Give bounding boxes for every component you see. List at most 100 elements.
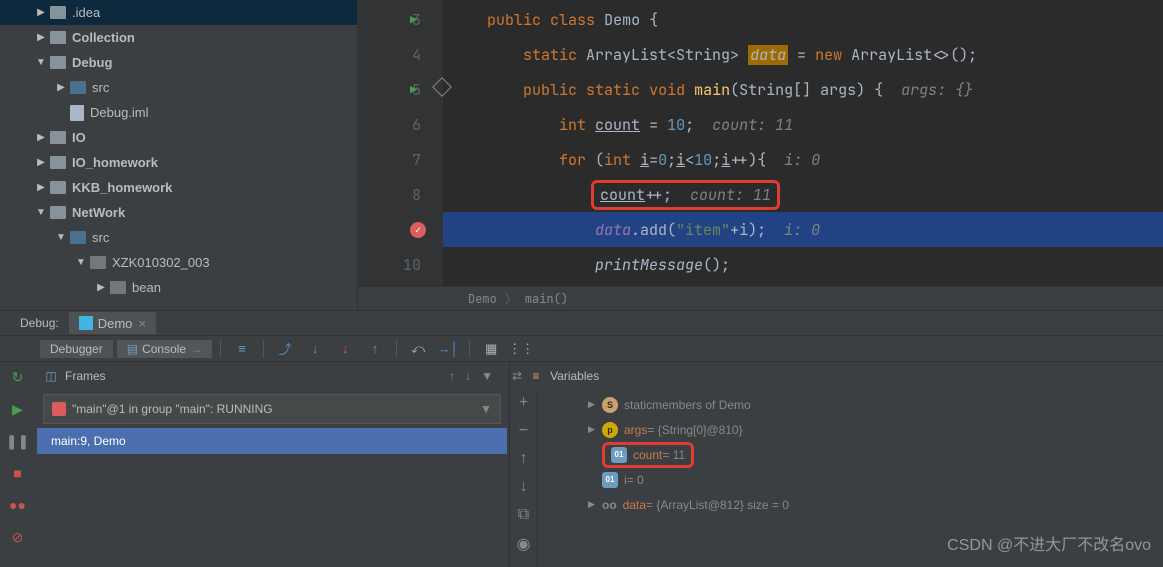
mute-breakpoints-icon[interactable]: ⊘ — [9, 528, 27, 546]
debug-tab[interactable]: Demo × — [69, 312, 156, 334]
show-icon[interactable]: ◉ — [517, 534, 531, 554]
force-step-into-icon[interactable]: ↓ — [335, 339, 355, 359]
tree-label: src — [92, 230, 109, 245]
folder-icon — [50, 6, 66, 19]
variables-header: ⇄ ≡ Variables — [510, 362, 1163, 390]
project-tree[interactable]: .idea Collection Debug src Debug.iml IO … — [0, 0, 358, 310]
thread-icon — [52, 402, 66, 416]
code-token: Demo — [604, 10, 640, 30]
code-token: ++; — [645, 185, 690, 205]
tree-item-debug[interactable]: Debug — [0, 50, 357, 75]
static-badge-icon: S — [602, 397, 618, 413]
breadcrumb-item[interactable]: main() — [525, 291, 568, 307]
app-icon — [79, 316, 93, 330]
thread-label: "main"@1 in group "main": RUNNING — [72, 402, 273, 416]
chevron-right-icon: 〉 — [505, 290, 517, 307]
tree-label: .idea — [72, 5, 100, 20]
trace-icon[interactable]: ⋮⋮ — [511, 339, 531, 359]
copy-icon[interactable]: ⧉ — [518, 506, 529, 524]
tree-item-bean[interactable]: bean — [0, 275, 357, 300]
code-editor[interactable]: 3▶ 4 5▶ 6 7 8 9✓ 10 public class Demo { … — [358, 0, 1163, 310]
tab-console[interactable]: ▤Console→ — [117, 340, 212, 358]
close-icon[interactable]: × — [138, 316, 146, 331]
code-token: count — [600, 185, 645, 205]
code-token: void — [649, 80, 685, 100]
tree-item-xzk[interactable]: XZK010302_003 — [0, 250, 357, 275]
run-icon[interactable]: ▶ — [410, 12, 417, 28]
code-token: public — [523, 80, 577, 100]
watermark: CSDN @不进大厂不改名ovo — [947, 531, 1151, 555]
view-breakpoints-icon[interactable]: ●● — [9, 496, 27, 514]
resume-icon[interactable]: ▶ — [9, 400, 27, 418]
tree-label: Debug.iml — [90, 105, 149, 120]
filter-icon[interactable]: ▼ — [481, 369, 493, 383]
var-name: data — [623, 498, 646, 512]
tab-debugger[interactable]: Debugger — [40, 340, 113, 358]
file-icon — [70, 105, 84, 121]
param-badge-icon: p — [602, 422, 618, 438]
chevron-down-icon — [32, 57, 50, 68]
frame-label: main:9, Demo — [51, 434, 126, 448]
rerun-icon[interactable]: ↻ — [9, 368, 27, 386]
code-token: ArrayList<String> — [586, 45, 739, 65]
tree-item-iml[interactable]: Debug.iml — [0, 100, 357, 125]
tree-item-iohw[interactable]: IO_homework — [0, 150, 357, 175]
threads-icon[interactable]: ≡ — [232, 339, 252, 359]
run-to-cursor-icon[interactable]: →│ — [438, 339, 458, 359]
debug-header: Debug: Demo × — [0, 311, 1163, 336]
code-token: i — [676, 150, 685, 170]
breadcrumb[interactable]: Demo 〉 main() — [358, 286, 1163, 310]
chevron-down-icon — [52, 232, 70, 243]
evaluate-icon[interactable]: ▦ — [481, 339, 501, 359]
folder-icon — [50, 31, 66, 44]
code-token: { — [640, 10, 658, 30]
code-token: +i); — [730, 220, 784, 240]
next-frame-icon[interactable]: ↓ — [465, 369, 471, 383]
link-icon[interactable]: ⇄ — [512, 369, 522, 383]
tree-item-netsrc[interactable]: src — [0, 225, 357, 250]
panel-title: Variables — [550, 369, 599, 383]
pause-icon[interactable]: ❚❚ — [9, 432, 27, 450]
tree-item-collection[interactable]: Collection — [0, 25, 357, 50]
code-token: count — [595, 115, 640, 135]
step-into-icon[interactable]: ↓ — [305, 339, 325, 359]
breadcrumb-item[interactable]: Demo — [468, 291, 497, 307]
tree-item-io[interactable]: IO — [0, 125, 357, 150]
variable-row[interactable]: ▶pargs = {String[0]@810} — [538, 417, 1163, 442]
tree-item-idea[interactable]: .idea — [0, 0, 357, 25]
variable-row[interactable]: 01i = 0 — [538, 467, 1163, 492]
step-over-icon[interactable]: ⤴ — [275, 339, 295, 359]
var-value: = {ArrayList@812} size = 0 — [646, 498, 789, 512]
inline-hint: i: 0 — [784, 150, 820, 170]
down-icon[interactable]: ↓ — [520, 478, 528, 496]
variable-row[interactable]: ▶oodata = {ArrayList@812} size = 0 — [538, 492, 1163, 517]
thread-selector[interactable]: "main"@1 in group "main": RUNNING ▼ — [43, 394, 501, 424]
code-area[interactable]: public class Demo { static ArrayList<Str… — [443, 0, 1163, 286]
stack-frame[interactable]: main:9, Demo — [37, 428, 507, 454]
breakpoint-icon[interactable]: ✓ — [410, 222, 426, 238]
up-icon[interactable]: ↑ — [520, 450, 528, 468]
stop-icon[interactable]: ■ — [9, 464, 27, 482]
code-token: static — [586, 80, 640, 100]
code-token: = — [640, 115, 667, 135]
tree-label: src — [92, 80, 109, 95]
code-token: 10 — [667, 115, 685, 135]
step-out-icon[interactable]: ↑ — [365, 339, 385, 359]
chevron-right-icon — [92, 282, 110, 293]
code-token: new — [815, 45, 842, 65]
variable-row[interactable]: 01count = 11 — [538, 442, 1163, 467]
package-icon — [110, 281, 126, 294]
var-name: args — [624, 423, 647, 437]
drop-frame-icon[interactable]: ⤺ — [408, 339, 428, 359]
remove-watch-icon[interactable]: − — [519, 422, 528, 440]
run-icon[interactable]: ▶ — [410, 82, 417, 98]
editor-gutter[interactable]: 3▶ 4 5▶ 6 7 8 9✓ 10 — [358, 0, 443, 286]
variable-row[interactable]: ▶Sstatic members of Demo — [538, 392, 1163, 417]
tree-item-src[interactable]: src — [0, 75, 357, 100]
tree-item-network[interactable]: NetWork — [0, 200, 357, 225]
add-watch-icon[interactable]: + — [519, 394, 528, 412]
tree-item-kkb[interactable]: KKB_homework — [0, 175, 357, 200]
prev-frame-icon[interactable]: ↑ — [449, 369, 455, 383]
code-token: ; — [712, 150, 721, 170]
tree-label: NetWork — [72, 205, 125, 220]
